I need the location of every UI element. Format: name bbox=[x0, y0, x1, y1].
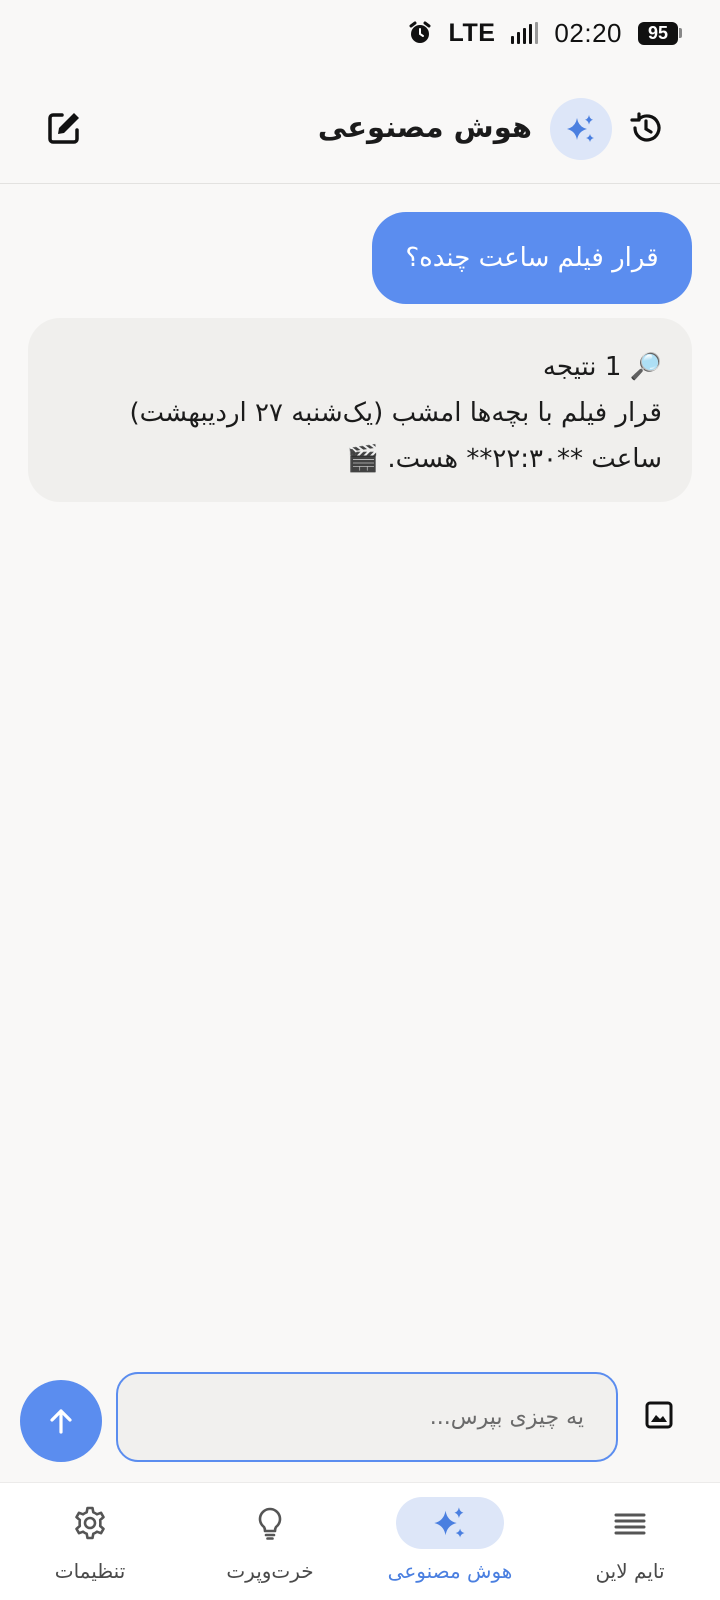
signal-icon bbox=[511, 22, 539, 44]
ai-message-line: قرار فیلم با بچه‌ها امشب (یک‌شنبه ۲۷ ارد… bbox=[129, 398, 662, 428]
nav-label-misc: خرت‌وپرت bbox=[226, 1559, 314, 1583]
ai-result-count: 🔎 1 نتیجه bbox=[542, 352, 662, 382]
nav-item-misc[interactable]: خرت‌وپرت bbox=[180, 1483, 360, 1600]
gear-icon bbox=[75, 1506, 105, 1540]
composer bbox=[0, 1372, 720, 1462]
ai-avatar bbox=[550, 98, 612, 160]
nav-label-ai: هوش مصنوعی bbox=[387, 1559, 513, 1583]
image-icon bbox=[645, 1401, 673, 1429]
menu-lines-icon bbox=[614, 1513, 646, 1535]
app-screen: LTE 02:20 95 هوش مصنوعی قرار فیلم ساعت چ… bbox=[0, 0, 720, 1600]
lightbulb-icon bbox=[258, 1507, 282, 1540]
sparkle-icon bbox=[567, 115, 594, 142]
status-bar: LTE 02:20 95 bbox=[0, 0, 720, 66]
nav-item-ai[interactable]: هوش مصنوعی bbox=[360, 1483, 540, 1600]
new-chat-button[interactable] bbox=[42, 106, 86, 150]
history-icon bbox=[630, 112, 661, 142]
nav-item-timeline[interactable]: تایم لاین bbox=[540, 1483, 720, 1600]
alarm-icon bbox=[407, 20, 433, 46]
ai-message: 🔎 1 نتیجه قرار فیلم با بچه‌ها امشب (یک‌ش… bbox=[28, 318, 692, 502]
page-title: هوش مصنوعی bbox=[317, 110, 532, 144]
nav-label-settings: تنظیمات bbox=[54, 1559, 126, 1583]
user-message: قرار فیلم ساعت چنده؟ bbox=[372, 212, 692, 304]
app-header: هوش مصنوعی bbox=[0, 84, 720, 184]
chat-input[interactable] bbox=[116, 1372, 618, 1462]
edit-icon bbox=[48, 113, 79, 144]
bottom-navigation: تنظیمات خرت‌وپرت هوش مصنوعی bbox=[0, 1482, 720, 1600]
battery-icon: 95 bbox=[638, 21, 682, 45]
history-button[interactable] bbox=[624, 106, 668, 150]
clock: 02:20 bbox=[554, 17, 622, 48]
attach-image-button[interactable] bbox=[642, 1398, 676, 1432]
ai-message-line: ساعت **۲۲:۳۰** هست. 🎬 bbox=[346, 444, 662, 474]
nav-item-settings[interactable]: تنظیمات bbox=[0, 1483, 180, 1600]
arrow-up-icon bbox=[50, 1409, 72, 1434]
battery-level: 95 bbox=[638, 21, 678, 45]
user-message-text: قرار فیلم ساعت چنده؟ bbox=[405, 243, 659, 273]
sparkle-icon bbox=[434, 1507, 465, 1538]
network-type: LTE bbox=[448, 18, 496, 47]
nav-label-timeline: تایم لاین bbox=[595, 1559, 665, 1583]
send-button[interactable] bbox=[20, 1380, 102, 1462]
